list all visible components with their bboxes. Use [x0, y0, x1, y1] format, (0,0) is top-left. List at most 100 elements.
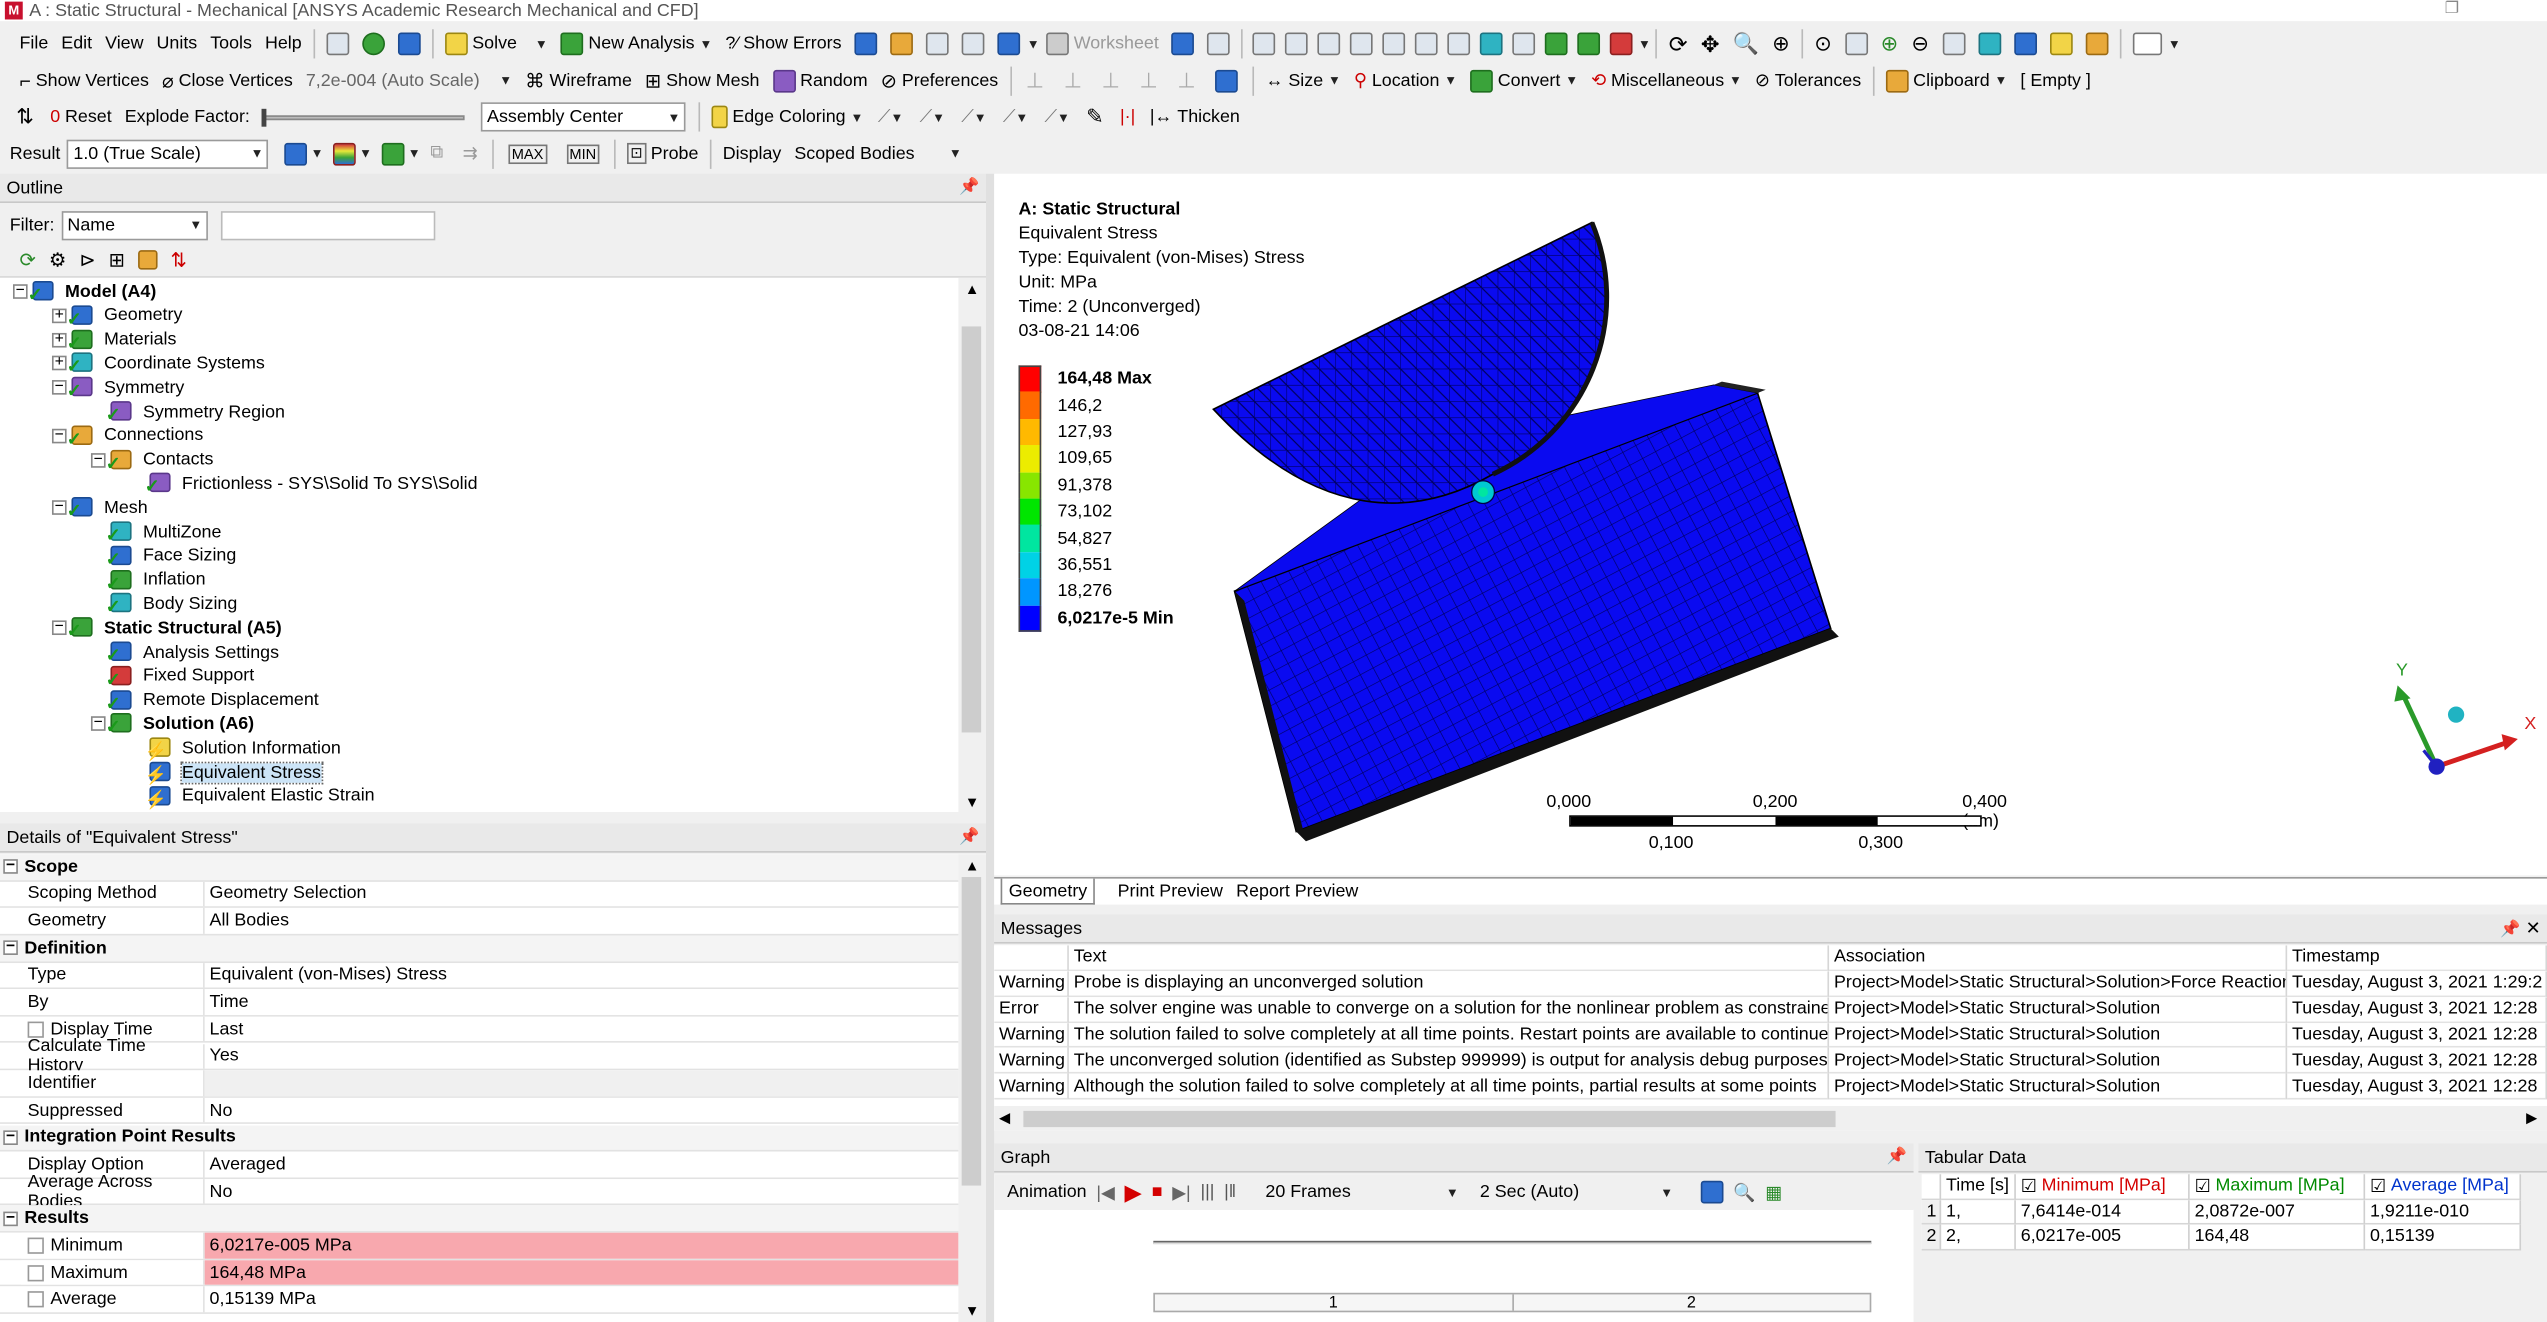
- edge-coloring-button[interactable]: Edge Coloring ▼: [705, 101, 870, 133]
- close-vertices-button[interactable]: ⌀ Close Vertices: [155, 64, 299, 96]
- probe-cursor-icon[interactable]: [1171, 32, 1195, 56]
- tree-item[interactable]: ⚡ Solution Information: [130, 736, 341, 762]
- refresh-icon[interactable]: ⟳: [19, 248, 35, 271]
- tolerances-button[interactable]: ⊘ Tolerances: [1748, 64, 1867, 96]
- reset-button[interactable]: 0 Reset: [44, 101, 119, 133]
- message-row[interactable]: Warning The solution failed to solve comp…: [994, 1022, 2547, 1049]
- details-section-header[interactable]: − Results: [0, 1205, 959, 1233]
- wireframe-button[interactable]: ⌘ Wireframe: [519, 64, 639, 96]
- details-property-row[interactable]: Suppressed No: [0, 1097, 959, 1125]
- details-property-row[interactable]: Scoping Method Geometry Selection: [0, 881, 959, 909]
- graph-timeline[interactable]: [1153, 1240, 1872, 1245]
- property-value[interactable]: 0,15139 MPa: [205, 1287, 959, 1312]
- expand-toggle-icon[interactable]: −: [12, 283, 28, 299]
- tree-item[interactable]: ✓ Inflation: [91, 568, 206, 594]
- tree-item[interactable]: − ✓ Contacts: [90, 448, 213, 474]
- size-button[interactable]: ↔ Size ▼: [1259, 64, 1347, 96]
- property-value[interactable]: 164,48 MPa: [204, 1259, 959, 1286]
- graphics-viewport[interactable]: A: Static Structural Equivalent Stress T…: [994, 173, 2547, 876]
- stop-icon[interactable]: ■: [1152, 1182, 1163, 1201]
- camera-icon[interactable]: [2013, 32, 2037, 56]
- body-select-icon[interactable]: [1415, 32, 1439, 56]
- distributed-frames-icon[interactable]: |||: [1200, 1182, 1214, 1201]
- column-visibility-checkbox[interactable]: ☑: [2370, 1175, 2386, 1196]
- filter-input[interactable]: [220, 210, 435, 240]
- column-header[interactable]: Timestamp: [2287, 945, 2547, 971]
- edge-style-icon-2[interactable]: ⟋▼: [920, 106, 945, 127]
- min-label-icon[interactable]: MIN: [566, 143, 600, 164]
- filter-type-select[interactable]: Name ▼: [60, 210, 208, 240]
- property-value[interactable]: No: [205, 1179, 959, 1204]
- pin-icon[interactable]: 📌: [959, 179, 979, 197]
- collapse-section-icon[interactable]: −: [3, 859, 18, 875]
- expand-toggle-icon[interactable]: +: [51, 356, 67, 371]
- tree-item[interactable]: ✓ Frictionless - SYS\Solid To SYS\Solid: [130, 472, 478, 498]
- result-sets-icon[interactable]: |‖: [1224, 1182, 1236, 1201]
- max-label-icon[interactable]: MAX: [508, 143, 547, 164]
- graph-time-axis[interactable]: 1 2: [1153, 1292, 1872, 1313]
- tree-item[interactable]: ✓ Analysis Settings: [91, 640, 279, 666]
- messages-hscrollbar[interactable]: ◀ ▶: [994, 1106, 2547, 1131]
- details-property-row[interactable]: Minimum 6,0217e-005 MPa: [0, 1232, 959, 1260]
- zoom-fit-icon[interactable]: ⊙: [1814, 31, 1832, 57]
- expand-toggle-icon[interactable]: −: [51, 500, 67, 516]
- details-property-row[interactable]: Geometry All Bodies: [0, 908, 959, 936]
- tree-nav-icon[interactable]: ⊳: [79, 248, 95, 271]
- node-select-icon[interactable]: [1447, 32, 1471, 56]
- property-value[interactable]: Averaged: [205, 1152, 959, 1177]
- connect-icon[interactable]: [397, 32, 421, 56]
- text-icon[interactable]: [926, 32, 949, 56]
- zoom-graph-icon[interactable]: 🔍: [1733, 1182, 1755, 1202]
- previous-frame-icon[interactable]: |◀: [1096, 1182, 1114, 1202]
- property-value[interactable]: 6,0217e-005 MPa: [204, 1232, 959, 1259]
- message-row[interactable]: Warning The unconverged solution (identif…: [994, 1048, 2547, 1074]
- tree-item[interactable]: + ✓ Materials: [51, 327, 176, 353]
- display-select[interactable]: Scoped Bodies ▼: [788, 139, 967, 168]
- vertical-splitter[interactable]: [986, 173, 995, 1322]
- zoom-out-icon[interactable]: ⊖: [1911, 31, 1929, 57]
- outline-scrollbar[interactable]: ▲ ▼: [958, 277, 987, 813]
- select-mode-icon[interactable]: [1252, 32, 1276, 56]
- menu-view[interactable]: View: [99, 28, 150, 60]
- image-icon[interactable]: [997, 32, 1021, 56]
- zoom-window-icon[interactable]: [1844, 32, 1868, 56]
- tab-print-preview[interactable]: Print Preview: [1111, 879, 1229, 905]
- export-video-icon[interactable]: [1700, 1180, 1724, 1204]
- tabular-column-header[interactable]: Time [s]: [1941, 1174, 2016, 1200]
- extend-icon[interactable]: [1610, 32, 1634, 56]
- abc-icon[interactable]: [890, 32, 914, 56]
- body-icon[interactable]: [1215, 69, 1239, 92]
- grid-icon[interactable]: [1545, 32, 1569, 56]
- pin-tool-icon[interactable]: ✎: [1086, 104, 1104, 130]
- tree-item[interactable]: − ✓ Solution (A6): [90, 712, 254, 738]
- triad-icon-2[interactable]: ⊥: [1064, 67, 1082, 93]
- tree-item[interactable]: ⚡ Equivalent Stress: [130, 760, 323, 786]
- tree-item[interactable]: ✓ Symmetry Region: [91, 400, 285, 426]
- details-property-row[interactable]: By Time: [0, 989, 959, 1017]
- expand-toggle-icon[interactable]: −: [51, 428, 67, 444]
- grid-graph-icon[interactable]: ▦: [1765, 1182, 1782, 1202]
- expand-toggle-icon[interactable]: −: [90, 452, 106, 468]
- convert-button[interactable]: Convert ▼: [1464, 64, 1585, 96]
- menu-units[interactable]: Units: [150, 28, 204, 60]
- menu-help[interactable]: Help: [258, 28, 308, 60]
- element-select-icon[interactable]: [1480, 32, 1504, 56]
- details-section-header[interactable]: − Definition: [0, 935, 959, 963]
- tree-item[interactable]: ⚡ Equivalent Elastic Strain: [130, 784, 375, 810]
- miscellaneous-button[interactable]: ⟲ Miscellaneous ▼: [1585, 64, 1749, 96]
- show-vertices-button[interactable]: ⌐ Show Vertices: [0, 64, 155, 96]
- property-value[interactable]: No: [205, 1098, 959, 1123]
- menu-file[interactable]: File: [0, 28, 55, 60]
- expand-toggle-icon[interactable]: −: [51, 620, 67, 636]
- probe-button[interactable]: ⊡ Probe: [621, 137, 705, 169]
- message-row[interactable]: Warning Although the solution failed to s…: [994, 1073, 2547, 1100]
- edge-style-icon-1[interactable]: ⟋▼: [878, 106, 903, 127]
- tabular-column-header[interactable]: ☑ Average [MPa]: [2365, 1174, 2522, 1200]
- tabular-row[interactable]: 2 2, 6,0217e-005 164,48 0,15139: [1921, 1224, 2522, 1250]
- tree-item[interactable]: ✓ MultiZone: [91, 520, 221, 546]
- parameter-checkbox[interactable]: [27, 1021, 44, 1038]
- collapse-section-icon[interactable]: −: [3, 940, 18, 956]
- tree-item[interactable]: ✓ Face Sizing: [91, 544, 236, 570]
- tree-item[interactable]: − ✓ Static Structural (A5): [51, 616, 282, 642]
- expand-toggle-icon[interactable]: +: [51, 307, 67, 323]
